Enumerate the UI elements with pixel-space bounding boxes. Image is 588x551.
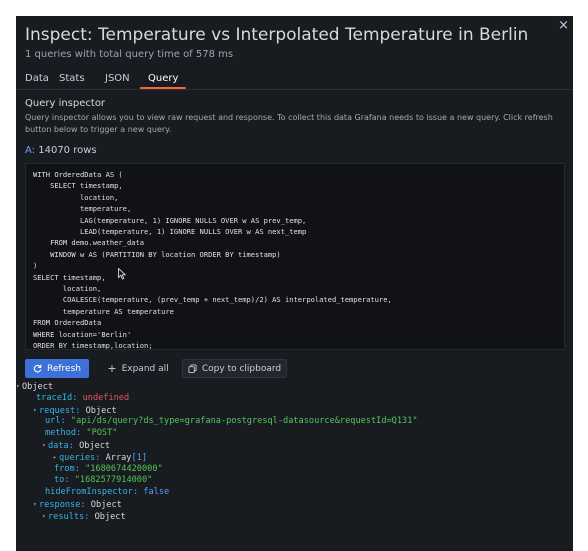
tree-row-to: to: "1682577914000" bbox=[54, 475, 153, 486]
plus-icon: + bbox=[107, 362, 117, 375]
query-inspector-description: Query inspector allows you to view raw r… bbox=[25, 113, 553, 134]
drawer-subtitle: 1 queries with total query time of 578 m… bbox=[25, 49, 234, 60]
tree-row-queries[interactable]: ▸ queries: Array[1] bbox=[16, 452, 573, 464]
tree-row-data[interactable]: ▾ data: Object bbox=[16, 440, 573, 452]
copy-icon bbox=[188, 364, 197, 373]
tab-bar: Data Stats JSON Query bbox=[16, 69, 573, 90]
sql-query-code[interactable]: WITH OrderedData AS ( SELECT timestamp, … bbox=[25, 163, 565, 350]
tab-json[interactable]: JSON bbox=[105, 73, 130, 84]
tab-data[interactable]: Data bbox=[25, 73, 49, 84]
tree-row-hidefrominspector: hideFromInspector: false bbox=[45, 487, 170, 498]
tree-row-method: method: "POST" bbox=[45, 428, 118, 439]
copy-label: Copy to clipboard bbox=[201, 363, 282, 374]
tree-row-response[interactable]: ▾ response: Object bbox=[16, 499, 573, 511]
copy-to-clipboard-button[interactable]: Copy to clipboard bbox=[182, 359, 287, 378]
refresh-label: Refresh bbox=[47, 363, 81, 374]
close-icon[interactable]: × bbox=[558, 18, 569, 33]
refresh-button[interactable]: Refresh bbox=[25, 359, 89, 378]
tree-row-traceid: traceId: undefined bbox=[36, 392, 130, 403]
drawer-title: Inspect: Temperature vs Interpolated Tem… bbox=[25, 25, 529, 45]
inspect-drawer: × Inspect: Temperature vs Interpolated T… bbox=[16, 16, 573, 551]
tab-stats[interactable]: Stats bbox=[59, 73, 85, 84]
response-tree: ▾ Object traceId: undefined ▾ request: Obj… bbox=[16, 381, 573, 523]
expand-all-button[interactable]: + Expand all bbox=[98, 359, 178, 378]
tree-row-results[interactable]: ▾ results: Object bbox=[16, 511, 573, 523]
row-count-text: 14070 rows bbox=[38, 145, 97, 156]
tab-query[interactable]: Query bbox=[139, 73, 187, 89]
mouse-cursor-icon bbox=[118, 268, 126, 280]
tree-row-from: from: "1680674420000" bbox=[54, 463, 163, 474]
query-inspector-heading: Query inspector bbox=[25, 98, 106, 109]
tree-row-url: url: "api/ds/query?ds_type=grafana-postg… bbox=[45, 416, 418, 427]
tree-row-root[interactable]: ▾ Object bbox=[16, 381, 573, 393]
query-row-count: A: 14070 rows bbox=[25, 145, 97, 156]
query-letter: A: bbox=[25, 145, 36, 156]
tree-row-request[interactable]: ▾ request: Object bbox=[16, 405, 573, 417]
expand-all-label: Expand all bbox=[121, 363, 169, 374]
refresh-icon bbox=[33, 364, 42, 373]
